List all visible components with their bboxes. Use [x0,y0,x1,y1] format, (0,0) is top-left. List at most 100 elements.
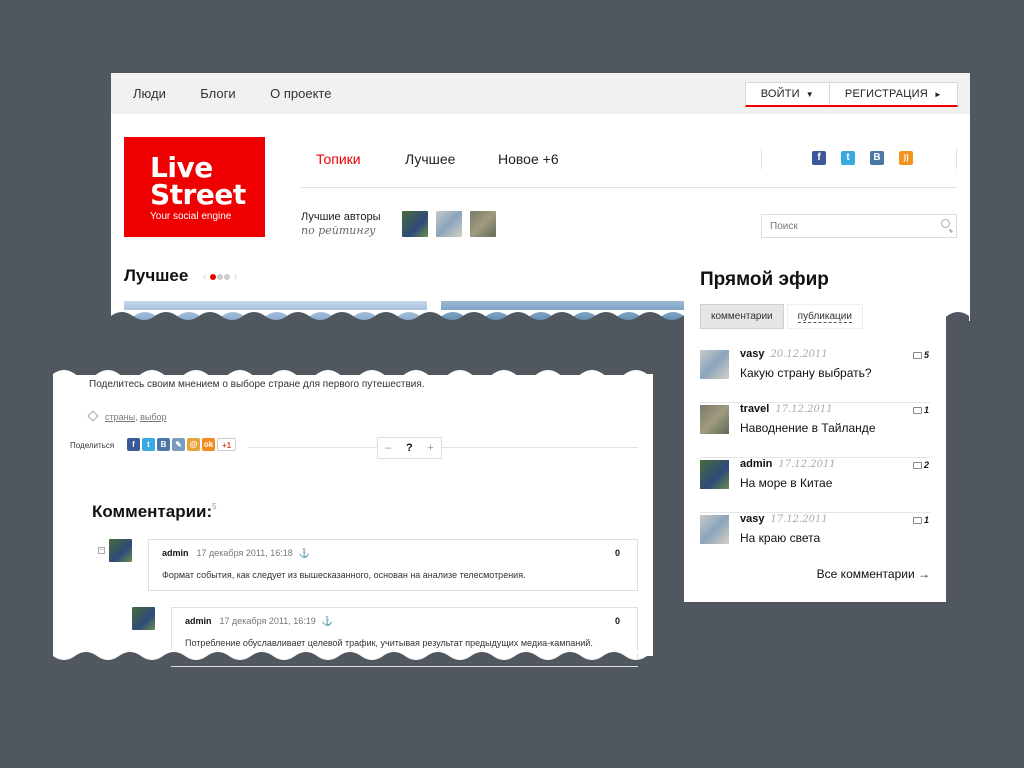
live-item-count: 2 [912,460,929,470]
twitter-share-icon[interactable]: t [142,438,155,451]
live-item-user[interactable]: vasy [740,348,764,360]
anchor-icon[interactable]: ⚓ [299,548,310,558]
avatar[interactable] [700,515,729,544]
avatar[interactable] [700,460,729,489]
twitter-icon[interactable]: t [841,151,855,165]
live-item-title[interactable]: На море в Китае [740,476,832,490]
comment-score: 0 [614,548,620,558]
comment-bubble-icon [912,407,922,414]
login-label: ВОЙТИ [760,88,800,100]
article-card: Поделитесь своим мнением о выборе стране… [53,375,653,667]
live-tabs: комментарии публикации [700,304,863,329]
author-avatar[interactable] [402,211,428,237]
comment-author[interactable]: admin [185,616,212,626]
live-item-date: 17.12.2011 [778,459,836,470]
live-item-title[interactable]: На краю света [740,531,820,545]
vkontakte-icon[interactable]: B [870,151,884,165]
live-item[interactable]: vasy 20.12.2011 Какую страну выбрать? 5 [700,348,930,403]
live-item-date: 20.12.2011 [770,349,828,360]
tab-best[interactable]: Лучшее [405,151,455,167]
vote-up-button[interactable]: + [427,442,433,454]
slider-dot[interactable] [223,274,230,280]
comment-header: admin 17 декабря 2011, 16:19 ⚓ [185,616,333,627]
slider-dot[interactable] [216,274,223,280]
search-icon[interactable] [941,219,950,228]
collapse-thread-icon[interactable]: − [98,547,105,554]
tab-comments[interactable]: комментарии [700,304,784,329]
odnoklassniki-share-icon[interactable]: ok [202,438,215,451]
avatar[interactable] [109,539,132,562]
torn-edge [53,650,653,666]
vkontakte-share-icon[interactable]: B [157,438,170,451]
comments-title: Комментарии:5 [92,502,217,522]
comment-bubble-icon [912,352,922,359]
live-item-user[interactable]: travel [740,403,769,415]
live-item-count: 1 [912,405,929,415]
top-nav: Люди Блоги О проекте [133,85,361,103]
facebook-share-icon[interactable]: f [127,438,140,451]
auth-box: ВОЙТИ ▼ РЕГИСТРАЦИЯ ► [744,82,958,107]
nav-people-link[interactable]: Люди [133,86,166,101]
avatar[interactable] [700,350,729,379]
comment-text: Формат события, как следует из вышесказа… [162,570,526,580]
best-authors-title: Лучшие авторы [301,211,381,223]
livejournal-share-icon[interactable]: ✎ [172,438,185,451]
divider [248,447,638,448]
tag-link[interactable]: выбор [140,412,166,422]
nav-blogs-link[interactable]: Блоги [200,86,235,101]
logo-line-2: Street [150,178,246,211]
google-plus-share-icon[interactable]: +1 [217,438,236,451]
share-icons: f t B ✎ @ ok +1 [127,438,238,451]
chevron-left-icon[interactable]: ‹ [203,271,207,283]
rss-icon[interactable]: )) [899,151,913,165]
live-item-user[interactable]: vasy [740,513,764,525]
avatar[interactable] [700,405,729,434]
live-item-count-value: 1 [923,405,929,415]
register-arrow-icon: ► [933,89,942,99]
live-item[interactable]: admin 17.12.2011 На море в Китае 2 [700,458,930,513]
login-dropdown-icon: ▼ [805,89,814,99]
login-button[interactable]: ВОЙТИ ▼ [746,83,830,105]
vote-down-button[interactable]: – [385,442,391,454]
facebook-icon[interactable]: f [812,151,826,165]
anchor-icon[interactable]: ⚓ [322,616,333,626]
chevron-right-icon[interactable]: › [234,271,238,283]
live-item-user[interactable]: admin [740,458,772,470]
all-comments-link[interactable]: Все комментарии → [817,567,930,581]
live-item[interactable]: vasy 17.12.2011 На краю света 1 [700,513,930,568]
live-stream-card: Прямой эфир комментарии публикации vasy 2… [684,258,946,602]
comment-bubble-icon [912,517,922,524]
tab-publications[interactable]: публикации [786,304,863,329]
social-links: f t B )) [761,149,957,169]
live-item-count: 1 [912,515,929,525]
avatar[interactable] [132,607,155,630]
register-button[interactable]: РЕГИСТРАЦИЯ ► [830,83,957,105]
tag-link[interactable]: страны [105,412,135,422]
vote-value: ? [405,442,413,454]
tab-new[interactable]: Новое +6 [498,151,559,167]
site-logo[interactable]: Live Street Your social engine [124,137,265,237]
comment-date: 17 декабря 2011, 16:18 [196,548,293,558]
torn-edge [684,592,946,602]
live-item[interactable]: travel 17.12.2011 Наводнение в Тайланде 1 [700,403,930,458]
comment-author[interactable]: admin [162,548,189,558]
mailru-share-icon[interactable]: @ [187,438,200,451]
live-item-date: 17.12.2011 [775,404,833,415]
tag-icon [87,410,99,422]
search-input[interactable] [762,215,932,237]
live-item-header: vasy 17.12.2011 [740,513,828,525]
tab-topics[interactable]: Топики [316,151,361,167]
comment-header: admin 17 декабря 2011, 16:18 ⚓ [162,548,310,559]
live-item-count-value: 5 [923,350,929,360]
slider-dot[interactable] [209,274,216,280]
author-avatar[interactable] [470,211,496,237]
live-item-title[interactable]: Какую страну выбрать? [740,366,872,380]
best-authors-subtitle: по рейтингу [301,224,376,237]
slider-pager: ‹ › [203,271,237,283]
author-avatar[interactable] [436,211,462,237]
live-item-title[interactable]: Наводнение в Тайланде [740,421,876,435]
live-item-date: 17.12.2011 [770,514,828,525]
live-item-header: travel 17.12.2011 [740,403,833,415]
register-label: РЕГИСТРАЦИЯ [844,88,928,100]
nav-about-link[interactable]: О проекте [270,86,331,101]
